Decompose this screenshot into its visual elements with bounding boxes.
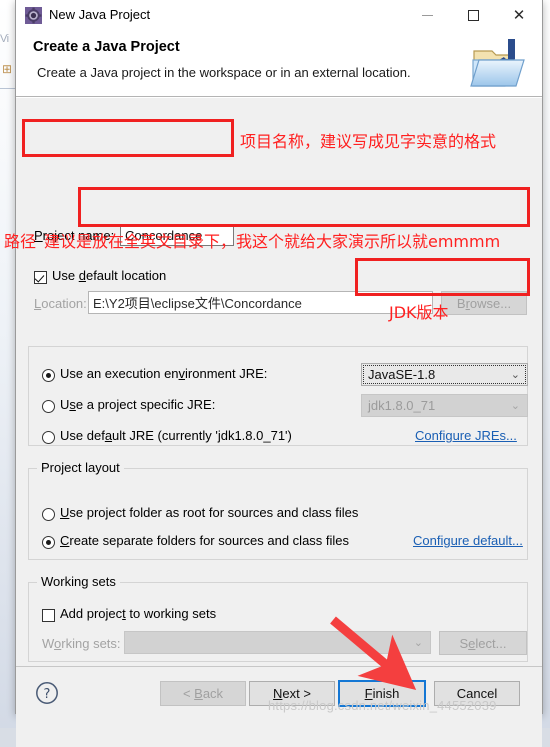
annotation-path-note: 建议是放在全英文目录下，我这个就给大家演示所以就emmmm (44, 228, 500, 252)
page-subtitle: Create a Java project in the workspace o… (37, 65, 411, 80)
minimize-icon (422, 15, 433, 16)
configure-jres-link[interactable]: Configure JREs... (415, 428, 517, 443)
java-project-folder-icon (470, 35, 534, 93)
jre-exec-env-label: Use an execution environment JRE: (60, 366, 267, 381)
back-button-label: < Back (183, 686, 223, 701)
location-input[interactable] (88, 291, 433, 314)
dialog-titlebar[interactable]: New Java Project ✕ (16, 0, 542, 32)
jre-project-specific-value: jdk1.8.0_71 (368, 398, 435, 413)
annotation-path-label-note: 路径 (4, 228, 36, 252)
close-button[interactable]: ✕ (496, 0, 542, 30)
layout-separate-radio[interactable] (42, 536, 55, 549)
add-project-to-working-sets-label: Add project to working sets (60, 606, 216, 621)
jre-default-label: Use default JRE (currently 'jdk1.8.0_71'… (60, 428, 292, 443)
dialog-body: Project name: Use default location Locat… (16, 97, 542, 666)
select-working-sets-button[interactable]: Select... (439, 631, 527, 655)
jre-exec-env-value: JavaSE-1.8 (368, 367, 435, 382)
watermark-text: https://blog.csdn.net/weixin_44552039 (268, 698, 497, 713)
jre-exec-env-combo[interactable]: JavaSE-1.8 ⌄ (361, 363, 528, 386)
layout-root-radio[interactable] (42, 508, 55, 521)
background-tab-label: Vi (0, 33, 9, 45)
jre-project-specific-radio[interactable] (42, 400, 55, 413)
annotation-jdk-note: JDK版本 (389, 299, 449, 323)
working-sets-label: Working sets: (42, 636, 121, 651)
svg-text:?: ? (44, 687, 51, 702)
background-tree-icon: ⊞ (2, 62, 12, 76)
maximize-button[interactable] (450, 0, 496, 30)
select-button-label: Select... (460, 636, 507, 651)
configure-default-link[interactable]: Configure default... (413, 533, 523, 548)
chevron-down-icon: ⌄ (414, 635, 423, 648)
location-label: Location: (34, 296, 87, 311)
jre-project-specific-combo[interactable]: jdk1.8.0_71 ⌄ (361, 394, 528, 417)
add-project-to-working-sets-checkbox[interactable] (42, 609, 55, 622)
layout-separate-label: Create separate folders for sources and … (60, 533, 349, 548)
back-button[interactable]: < Back (160, 681, 246, 706)
chevron-down-icon: ⌄ (511, 367, 520, 380)
maximize-icon (468, 10, 479, 21)
close-icon: ✕ (513, 8, 526, 23)
use-default-location-checkbox[interactable] (34, 271, 47, 284)
working-sets-combo[interactable]: ⌄ (124, 631, 431, 654)
minimize-button[interactable] (404, 0, 450, 30)
annotation-project-name-note: 项目名称，建议写成见字实意的格式 (240, 128, 496, 152)
browse-button-label: Browse... (457, 296, 511, 311)
eclipse-wizard-gear-icon (25, 7, 42, 24)
jre-exec-env-radio[interactable] (42, 369, 55, 382)
use-default-location-label: Use default location (52, 268, 166, 283)
browse-button[interactable]: Browse... (441, 291, 527, 315)
page-title: Create a Java Project (33, 39, 180, 55)
dialog-header: Create a Java Project Create a Java proj… (16, 32, 542, 97)
chevron-down-icon: ⌄ (511, 398, 520, 411)
working-sets-group-title: Working sets (37, 574, 120, 589)
jre-project-specific-label: Use a project specific JRE: (60, 397, 215, 412)
dialog-title: New Java Project (49, 7, 150, 22)
help-question-icon[interactable]: ? (34, 680, 60, 706)
project-layout-group-title: Project layout (37, 460, 124, 475)
new-java-project-dialog: New Java Project ✕ Create a Java Project… (15, 0, 543, 714)
jre-default-radio[interactable] (42, 431, 55, 444)
layout-root-label: Use project folder as root for sources a… (60, 505, 358, 520)
